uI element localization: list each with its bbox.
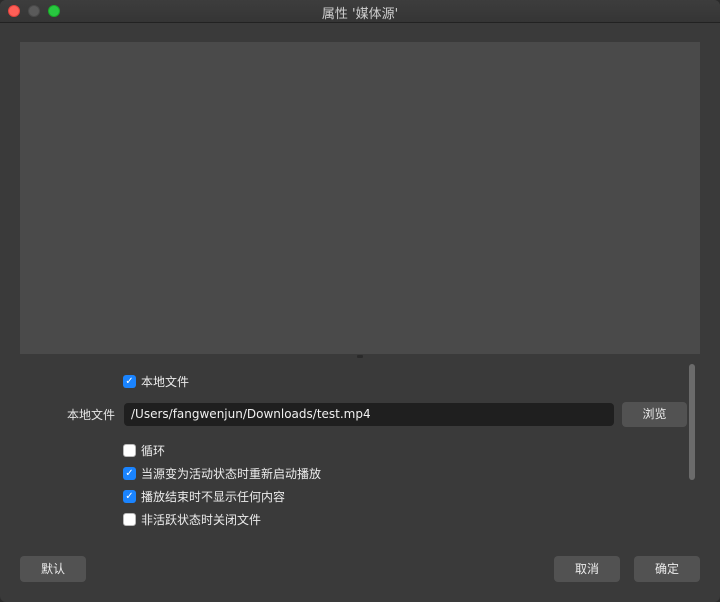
ok-button[interactable]: 确定 (634, 556, 700, 582)
scrollbar-thumb[interactable] (689, 364, 695, 480)
defaults-button[interactable]: 默认 (20, 556, 86, 582)
local-file-field-label: 本地文件 (66, 408, 115, 422)
close-when-inactive-label: 非活跃状态时关闭文件 (141, 512, 262, 527)
close-when-inactive-checkbox-row[interactable]: 非活跃状态时关闭文件 (123, 511, 261, 527)
splitter-handle[interactable] (357, 355, 363, 358)
browse-button[interactable]: 浏览 (622, 402, 687, 427)
window-title: 属性 '媒体源' (321, 7, 399, 22)
hide-when-done-label: 播放结束时不显示任何内容 (141, 489, 286, 504)
cancel-button[interactable]: 取消 (554, 556, 620, 582)
close-when-inactive-checkbox[interactable] (123, 512, 136, 526)
loop-checkbox[interactable] (123, 443, 136, 457)
properties-window: 属性 '媒体源' ✓ 本地文件 本地文件 /Users/fangwenjun/D… (0, 0, 720, 602)
loop-checkbox-label: 循环 (141, 443, 166, 458)
source-preview (20, 42, 700, 354)
title-bar[interactable]: 属性 '媒体源' (0, 0, 720, 23)
local-file-checkbox-label: 本地文件 (141, 374, 190, 389)
restart-on-activate-checkbox-row[interactable]: ✓ 当源变为活动状态时重新启动播放 (123, 465, 321, 481)
loop-checkbox-row[interactable]: 循环 (123, 442, 165, 458)
restart-on-activate-checkbox[interactable]: ✓ (123, 466, 136, 480)
local-file-checkbox[interactable]: ✓ (123, 374, 136, 388)
hide-when-done-checkbox-row[interactable]: ✓ 播放结束时不显示任何内容 (123, 488, 285, 504)
restart-on-activate-label: 当源变为活动状态时重新启动播放 (141, 466, 322, 481)
local-file-path-input[interactable]: /Users/fangwenjun/Downloads/test.mp4 (124, 403, 614, 426)
properties-scrollbar[interactable] (687, 364, 697, 480)
hide-when-done-checkbox[interactable]: ✓ (123, 489, 136, 503)
local-file-checkbox-row[interactable]: ✓ 本地文件 (123, 373, 189, 389)
